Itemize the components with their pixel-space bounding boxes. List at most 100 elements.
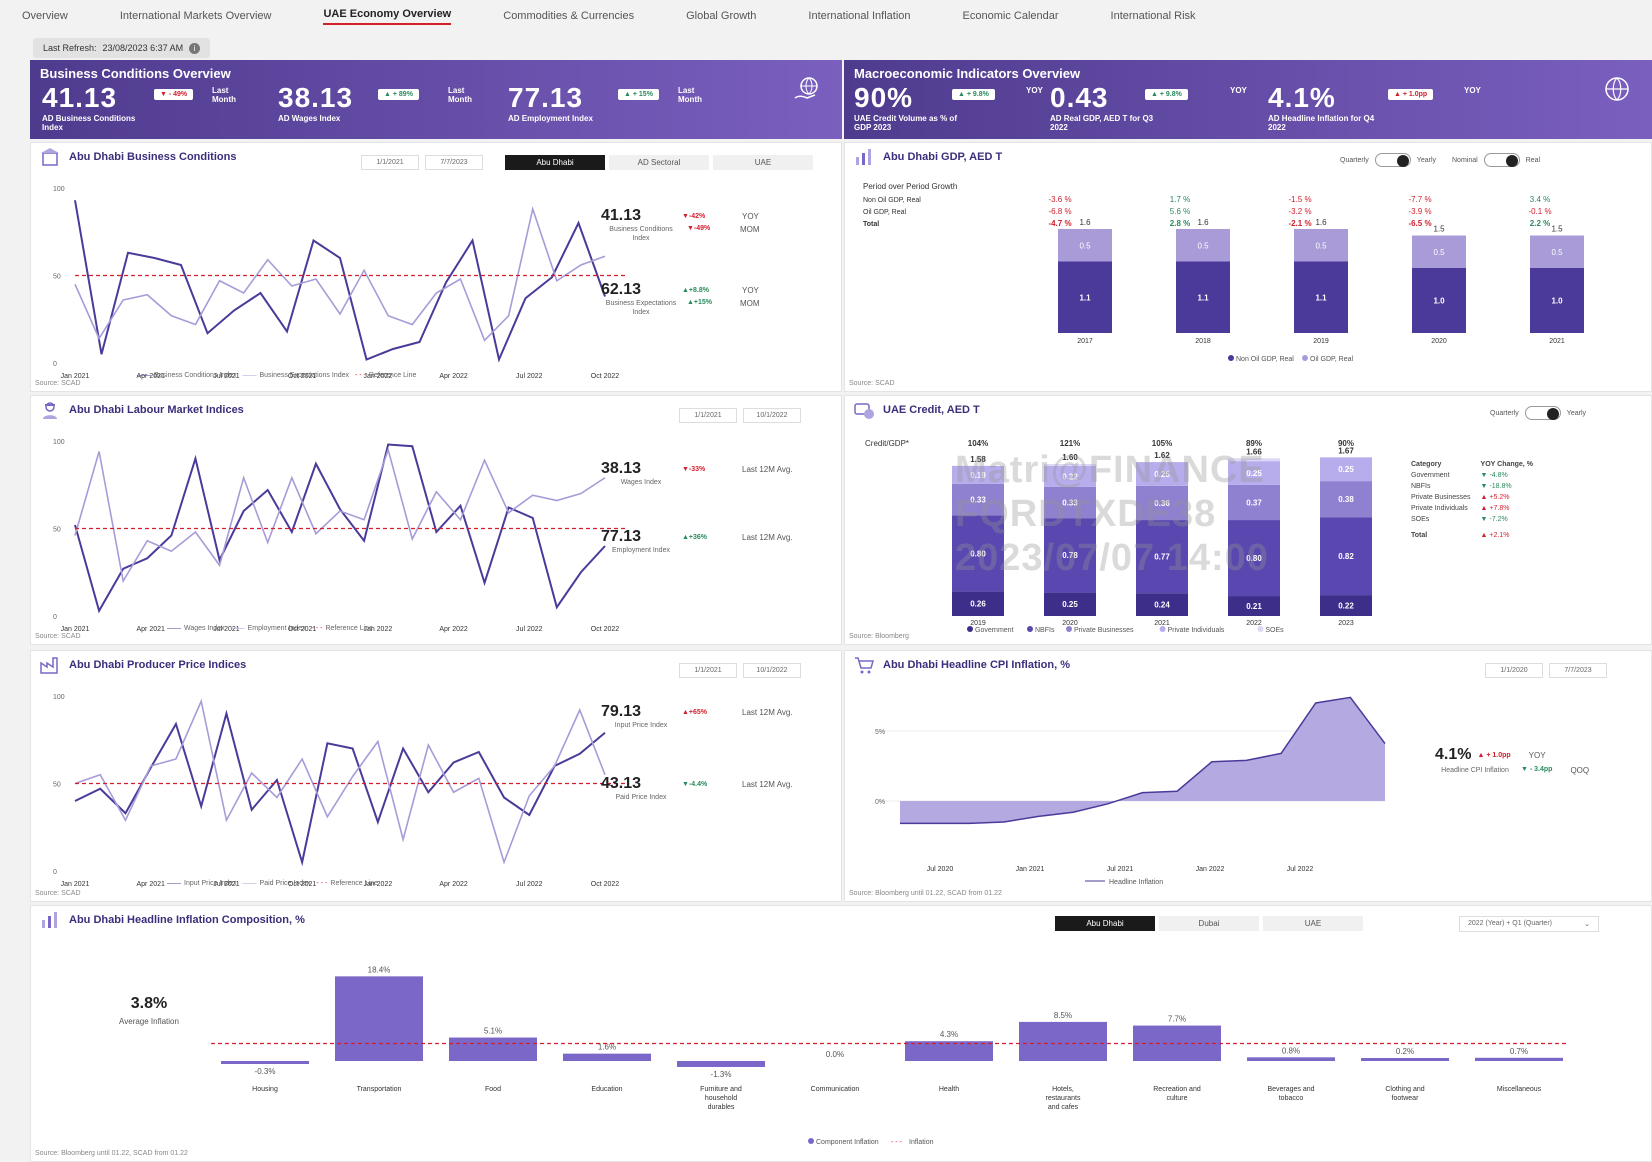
x-tick-label: 2019 (1313, 338, 1329, 345)
tab-overview[interactable]: Overview (22, 10, 68, 22)
x-tick-label: Oct 2022 (591, 881, 620, 888)
stat-delta: ▼-49% (687, 225, 711, 232)
date-to[interactable]: 10/1/2022 (743, 663, 801, 678)
growth-value: -4.7 % (1048, 219, 1071, 228)
table-cell-category: Total (1411, 532, 1428, 539)
tab-economic-calendar[interactable]: Economic Calendar (963, 10, 1059, 22)
date-from[interactable]: 1/1/2021 (679, 663, 737, 678)
category-label: and cafes (1048, 1104, 1079, 1111)
region-segment[interactable]: Abu Dhabi AD Sectoral UAE (501, 155, 813, 170)
bar-label: 0.5 (1079, 241, 1091, 250)
table-cell-change: ▲ +2.1% (1480, 532, 1510, 539)
legend-dot (1066, 626, 1072, 632)
legend-dot (1228, 355, 1234, 361)
category-label: Miscellaneous (1497, 1086, 1542, 1093)
stat-period: Last 12M Avg. (742, 464, 793, 474)
stat-delta: ▼-42% (682, 212, 706, 220)
date-from[interactable]: 1/1/2020 (1485, 663, 1543, 678)
segment-uae[interactable]: UAE (713, 155, 813, 170)
category-label: Recreation and (1153, 1086, 1201, 1093)
period-dropdown[interactable]: 2022 (Year) + Q1 (Quarter) ⌄ (1459, 916, 1599, 932)
date-range[interactable]: 1/1/2021 10/1/2022 (679, 408, 801, 423)
tab-international-markets-overview[interactable]: International Markets Overview (120, 10, 272, 22)
credit-toggles[interactable]: Quarterly Yearly (1490, 406, 1586, 420)
tab-international-inflation[interactable]: International Inflation (808, 10, 910, 22)
date-range[interactable]: 1/1/2021 7/7/2023 (361, 155, 483, 170)
tab-international-risk[interactable]: International Risk (1111, 10, 1196, 22)
refresh-label: Last Refresh: (43, 43, 97, 53)
info-icon[interactable]: i (189, 42, 201, 54)
legend-label: Reference Line (325, 625, 373, 632)
segment-uae[interactable]: UAE (1263, 916, 1363, 931)
kpi-delta-badge: ▲ + 9.8% (1145, 89, 1188, 100)
gdp-panel: Abu Dhabi GDP, AED T Quarterly Yearly Nom… (844, 142, 1652, 392)
segment-abu-dhabi[interactable]: Abu Dhabi (505, 155, 605, 170)
date-to[interactable]: 7/7/2023 (1549, 663, 1607, 678)
tab-uae-economy-overview[interactable]: UAE Economy Overview (323, 8, 452, 25)
category-label: Furniture and (700, 1086, 742, 1093)
top-nav: Overview International Markets Overview UA… (0, 0, 1652, 32)
legend-marker: - - - (311, 625, 323, 632)
panel-title: Abu Dhabi Labour Market Indices (69, 404, 244, 416)
bar-label: 1.1 (1315, 293, 1327, 302)
real-toggle[interactable] (1483, 153, 1520, 167)
bar-chart-icon (42, 912, 57, 928)
growth-row-label: Total (863, 221, 879, 228)
period-toggle[interactable] (1524, 406, 1561, 420)
category-label: Housing (252, 1086, 278, 1093)
stat-value: 62.13 (601, 281, 642, 298)
cart-icon (855, 657, 874, 674)
stat-block: 77.13 ▲+36% Last 12M Avg. Employment Index (601, 528, 831, 555)
x-tick-label: 2023 (1338, 620, 1354, 627)
bar-total-label: 1.6 (1315, 218, 1327, 227)
date-range[interactable]: 1/1/2021 10/1/2022 (679, 663, 801, 678)
period-toggle[interactable] (1374, 153, 1411, 167)
tab-commodities-currencies[interactable]: Commodities & Currencies (503, 10, 634, 22)
chart-legend: —— Input Price Index —— Paid Price Index - -… (161, 880, 378, 887)
series-line-business-conditions-index (74, 200, 606, 363)
segment-dubai[interactable]: Dubai (1159, 916, 1259, 931)
gdp-toggles[interactable]: Quarterly Yearly Nominal Real (1340, 153, 1540, 167)
legend-dot (808, 1138, 814, 1144)
date-to[interactable]: 7/7/2023 (425, 155, 483, 170)
panel-title: UAE Credit, AED T (883, 404, 980, 416)
legend-dot (967, 626, 973, 632)
legend-marker: —— (167, 625, 181, 632)
bar-label: 0.33 (1062, 498, 1078, 507)
bar-component (677, 1061, 765, 1067)
credit-yoy-table: Category YOY Change, % Government ▼ -4.8% NB… (1405, 458, 1549, 542)
date-from[interactable]: 1/1/2021 (361, 155, 419, 170)
globe-icon (1605, 77, 1629, 101)
inflation-composition-chart: 3.8% Average Inflation -0.3% Housing 18.4% Tr… (119, 965, 1568, 1146)
stat-block: 79.13 ▲+65% Last 12M Avg. Input Price Index (601, 703, 831, 730)
bar-label: 0.77 (1154, 553, 1170, 562)
legend-marker: - - - (355, 372, 366, 379)
date-to[interactable]: 10/1/2022 (743, 408, 801, 423)
stat-period: MOM (740, 299, 760, 308)
uae-credit-panel: UAE Credit, AED T Quarterly Yearly Credit… (844, 395, 1652, 645)
region-segment[interactable]: Abu Dhabi Dubai UAE (1051, 916, 1363, 931)
toggle-label-nominal: Nominal (1452, 156, 1478, 164)
avg-inflation-label: Average Inflation (119, 1017, 179, 1026)
legend-label: Reference Line (368, 372, 417, 379)
tab-global-growth[interactable]: Global Growth (686, 10, 756, 22)
legend-label: Wages Index (184, 625, 225, 632)
x-tick-label: Jul 2022 (1287, 866, 1314, 873)
segment-ad-sectoral[interactable]: AD Sectoral (609, 155, 709, 170)
bar-label: 0.21 (1246, 602, 1262, 611)
table-row: Private Businesses ▲ +5.2% (1407, 493, 1547, 502)
date-from[interactable]: 1/1/2021 (679, 408, 737, 423)
date-range[interactable]: 1/1/2020 7/7/2023 (1485, 663, 1607, 678)
growth-value: 2.2 % (1530, 219, 1550, 228)
producer-price-chart: 100500Jan 2021 Apr 2021 Jul 2021 Oct 2021 Ja… (53, 694, 625, 888)
cpi-stat: 4.1% ▲ + 1.0pp YOY Headline CPI Inflation ▼… (1435, 746, 1635, 775)
kpi-delta-badge: ▼ - 49% (154, 89, 194, 100)
segment-abu-dhabi[interactable]: Abu Dhabi (1055, 916, 1155, 931)
kpi-period: Last Month (212, 86, 236, 104)
kpi-value: 77.13 (508, 82, 584, 113)
stat-period: MOM (740, 225, 760, 234)
table-cell-category: Government (1411, 472, 1450, 479)
bar-label: 0.26 (970, 600, 986, 609)
bar-component (1361, 1058, 1449, 1061)
chevron-down-icon: ⌄ (1584, 921, 1590, 928)
